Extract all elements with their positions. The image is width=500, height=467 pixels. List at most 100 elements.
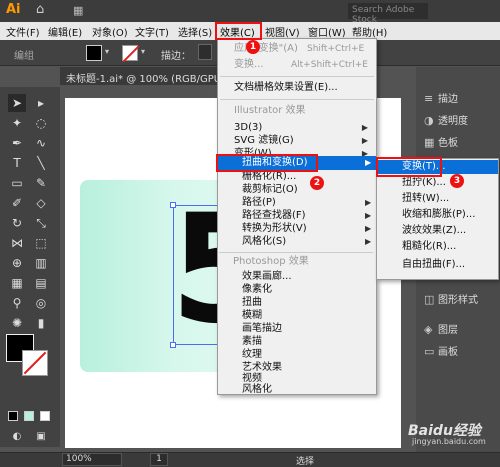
selection-tool-icon[interactable]: ➤ (8, 94, 26, 112)
menu-view[interactable]: 视图(V) (265, 24, 300, 39)
pen-tool-icon[interactable]: ✒ (8, 134, 26, 152)
draw-mode-icon[interactable]: ◐ (8, 428, 26, 446)
fill-color-swatch[interactable] (86, 45, 102, 61)
menu-item-raster-settings[interactable]: 文档栅格效果设置(E)... (234, 81, 338, 95)
rotate-tool-icon[interactable]: ↻ (8, 214, 26, 232)
stroke-indicator[interactable] (22, 350, 48, 376)
menu-window[interactable]: 窗口(W) (308, 24, 346, 39)
menu-item-ps-distort[interactable]: 扭曲 (242, 296, 262, 310)
submenu-item-twist[interactable]: 扭转(W)... (402, 192, 449, 206)
stroke-color-swatch[interactable] (122, 45, 140, 63)
direct-selection-tool-icon[interactable]: ▸ (32, 94, 50, 112)
artboard-number-field[interactable]: 1 (150, 453, 168, 466)
home-icon[interactable]: ⌂ (36, 2, 50, 18)
menu-item-blur[interactable]: 模糊 (242, 309, 262, 323)
shaper-tool-icon[interactable]: ✐ (8, 194, 26, 212)
zoom-level-select[interactable]: 100% (62, 453, 122, 466)
annotation-box-distort (216, 154, 318, 172)
menu-type[interactable]: 文字(T) (135, 24, 169, 39)
screen-mode-icon[interactable]: ▣ (32, 428, 50, 446)
submenu-arrow-icon: ▶ (365, 224, 372, 233)
workspace-layout-icon[interactable]: ▦ (73, 4, 87, 18)
panel-stroke[interactable]: ≡ 描边 (424, 90, 458, 105)
shortcut-apply-last: Shift+Ctrl+E (307, 44, 365, 54)
submenu-item-roughen[interactable]: 粗糙化(R)... (402, 240, 456, 254)
annotation-box-effect-menu (215, 22, 262, 40)
menu-help[interactable]: 帮助(H) (352, 24, 387, 39)
annotation-badge-2: 2 (310, 176, 324, 190)
column-graph-tool-icon[interactable]: ▮ (32, 314, 50, 332)
magic-wand-tool-icon[interactable]: ✦ (8, 114, 26, 132)
annotation-badge-1: 1 (246, 40, 260, 54)
submenu-arrow-icon: ▶ (365, 211, 372, 220)
menu-item-crop-marks[interactable]: 裁剪标记(O) (242, 183, 298, 197)
menu-item-pixelate[interactable]: 像素化 (242, 283, 272, 297)
menu-item-svg-filters[interactable]: SVG 滤镜(G) (234, 134, 294, 148)
menu-item-texture[interactable]: 纹理 (242, 348, 262, 362)
submenu-item-pucker-bloat[interactable]: 收缩和膨胀(P)... (402, 208, 475, 222)
submenu-item-pucker-twist[interactable]: 扭拧(K)... (402, 176, 446, 190)
menu-item-3d[interactable]: 3D(3) (234, 121, 262, 135)
panel-artboards[interactable]: ▭ 画板 (424, 343, 458, 358)
menu-item-convert-to-shape[interactable]: 转换为形状(V) (242, 222, 307, 236)
menu-select[interactable]: 选择(S) (178, 24, 212, 39)
fill-dropdown-chevron-icon[interactable]: ▾ (105, 47, 109, 56)
paintbrush-tool-icon[interactable]: ✎ (32, 174, 50, 192)
submenu-arrow-icon: ▶ (365, 198, 372, 207)
none-mode-swatch[interactable] (40, 411, 50, 421)
menu-edit[interactable]: 编辑(E) (48, 24, 82, 39)
panel-layers[interactable]: ◈ 图层 (424, 321, 458, 336)
symbol-sprayer-tool-icon[interactable]: ✺ (8, 314, 26, 332)
line-tool-icon[interactable]: ╲ (32, 154, 50, 172)
eraser-tool-icon[interactable]: ◇ (32, 194, 50, 212)
free-transform-tool-icon[interactable]: ⬚ (32, 234, 50, 252)
color-mode-swatch[interactable] (8, 411, 18, 421)
stock-search-input[interactable]: Search Adobe Stock (348, 3, 428, 25)
menu-item-pathfinder[interactable]: 路径查找器(F) (242, 209, 306, 223)
resize-handle[interactable] (170, 202, 176, 208)
menu-object[interactable]: 对象(O) (92, 24, 128, 39)
menu-item-apply-last-effect[interactable]: 应用"变换"(A) (234, 42, 298, 56)
panel-transparency[interactable]: ◑ 透明度 (424, 112, 468, 127)
panel-graphic-styles[interactable]: ◫ 图形样式 (424, 291, 478, 306)
menu-item-sketch[interactable]: 素描 (242, 335, 262, 349)
stroke-weight-field[interactable] (198, 44, 212, 60)
stroke-dropdown-chevron-icon[interactable]: ▾ (141, 47, 145, 56)
graphic-styles-panel-icon: ◫ (424, 293, 435, 306)
curvature-tool-icon[interactable]: ∿ (32, 134, 50, 152)
baidu-watermark-url: jingyan.baidu.com (412, 437, 486, 446)
menu-item-path[interactable]: 路径(P) (242, 196, 276, 210)
menu-file[interactable]: 文件(F) (6, 24, 40, 39)
menu-item-stylize[interactable]: 风格化(S) (242, 235, 286, 249)
gradient-mode-swatch[interactable] (24, 411, 34, 421)
resize-handle[interactable] (170, 342, 176, 348)
type-tool-icon[interactable]: T (8, 154, 26, 172)
illustrator-logo: Ai (6, 2, 21, 17)
scale-tool-icon[interactable]: ⤡ (32, 214, 50, 232)
menu-item-ps-stylize[interactable]: 风格化 (242, 383, 272, 397)
mesh-tool-icon[interactable]: ▦ (8, 274, 26, 292)
menu-item-rasterize[interactable]: 栅格化(R)... (242, 170, 296, 184)
shape-builder-tool-icon[interactable]: ⊕ (8, 254, 26, 272)
menu-item-brush-strokes[interactable]: 画笔描边 (242, 322, 282, 336)
stroke-panel-icon: ≡ (424, 92, 434, 105)
submenu-item-zigzag[interactable]: 波纹效果(Z)... (402, 224, 466, 238)
rectangle-tool-icon[interactable]: ▭ (8, 174, 26, 192)
document-tab[interactable]: 未标题-1.ai* @ 100% (RGB/GPU (60, 67, 220, 85)
photoshop-effects-header: Photoshop 效果 (233, 256, 309, 267)
panel-swatches[interactable]: ▦ 色板 (424, 134, 458, 149)
swatches-panel-icon: ▦ (424, 136, 435, 149)
submenu-item-free-distort[interactable]: 自由扭曲(F)... (402, 258, 465, 272)
lasso-tool-icon[interactable]: ◌ (32, 114, 50, 132)
menu-item-effect-gallery[interactable]: 效果画廊... (242, 270, 292, 284)
submenu-arrow-icon: ▶ (365, 158, 372, 167)
selection-type-label: 编组 (14, 51, 34, 62)
menu-separator (220, 76, 374, 77)
perspective-grid-tool-icon[interactable]: ▥ (32, 254, 50, 272)
menu-item-last-effect[interactable]: 变换... (234, 58, 264, 72)
gradient-tool-icon[interactable]: ▤ (32, 274, 50, 292)
eyedropper-tool-icon[interactable]: ⚲ (8, 294, 26, 312)
width-tool-icon[interactable]: ⋈ (8, 234, 26, 252)
blend-tool-icon[interactable]: ◎ (32, 294, 50, 312)
stroke-weight-label: 描边： (161, 51, 191, 62)
